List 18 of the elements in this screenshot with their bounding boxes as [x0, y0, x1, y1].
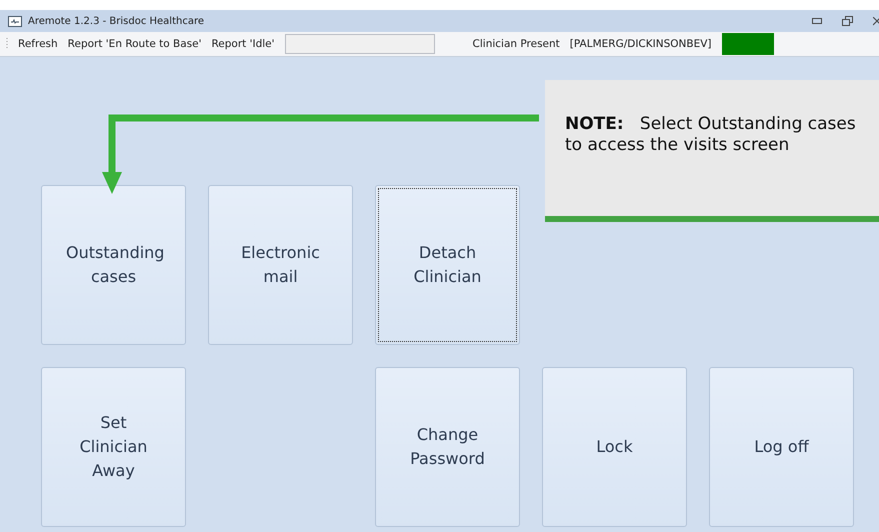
- menu-tile[interactable]: Detach Clinician: [375, 185, 520, 345]
- toolbar-button[interactable]: Report 'En Route to Base': [68, 38, 202, 50]
- minimize-icon[interactable]: [812, 18, 822, 24]
- menu-tile[interactable]: Electronic mail: [208, 185, 353, 345]
- menu-tile[interactable]: Log off: [709, 367, 854, 527]
- window-title: Aremote 1.2.3 - Brisdoc Healthcare: [28, 16, 206, 26]
- close-icon[interactable]: [873, 16, 879, 26]
- menu-tile[interactable]: Lock: [542, 367, 687, 527]
- toolbar-button[interactable]: Refresh: [18, 38, 58, 50]
- clinician-label: Clinician Present: [472, 38, 560, 50]
- clinician-name: [PALMERG/DICKINSONBEV]: [570, 38, 712, 50]
- app-icon: [8, 16, 22, 26]
- menu-tile[interactable]: Outstanding cases: [41, 185, 186, 345]
- toolbar-button[interactable]: Report 'Idle': [211, 38, 275, 50]
- note-text: NOTE: Select Outstanding cases to access the visits screen: [565, 114, 857, 156]
- menu-tile[interactable]: Set Clinician Away: [41, 367, 186, 527]
- restore-icon[interactable]: [842, 16, 853, 26]
- menu-tile[interactable]: Change Password: [375, 367, 520, 527]
